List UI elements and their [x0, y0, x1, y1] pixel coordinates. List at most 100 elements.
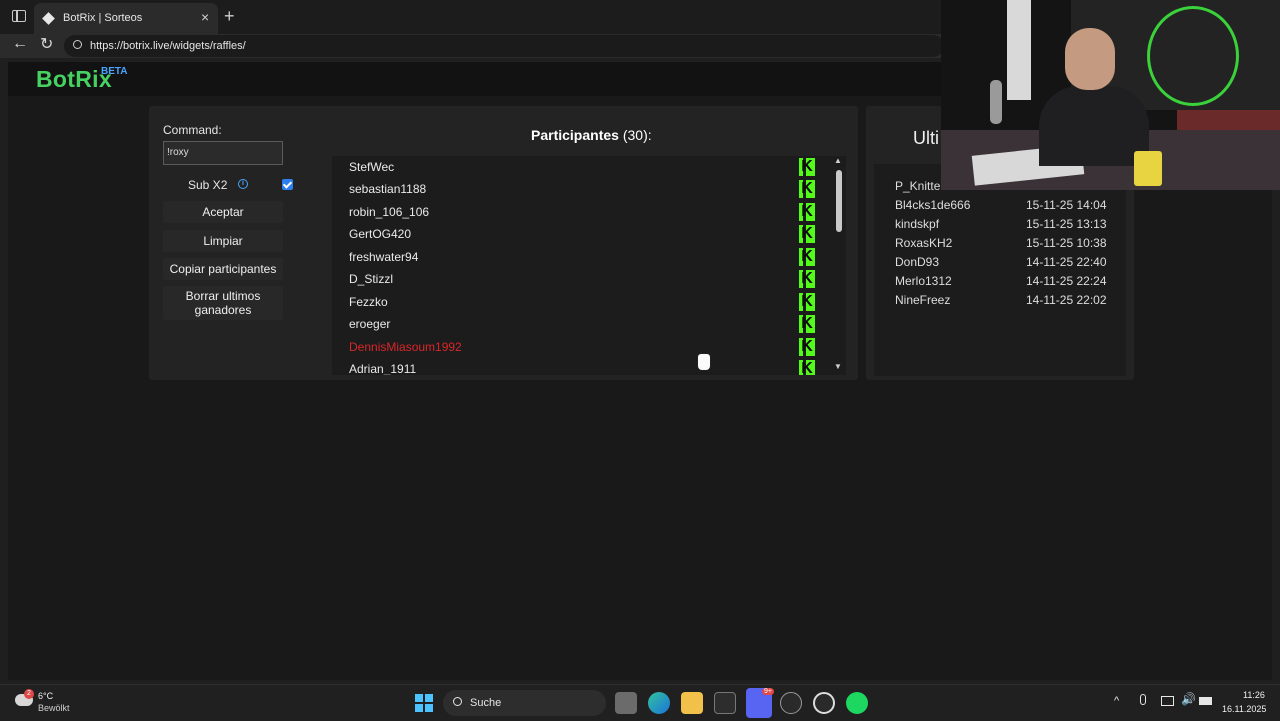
command-input[interactable]: !roxy — [163, 141, 283, 165]
search-placeholder: Suche — [470, 697, 502, 709]
spotify-icon[interactable] — [846, 692, 868, 714]
clock-time[interactable]: 11:26 — [1243, 690, 1265, 700]
weather-temperature[interactable]: 6°C — [38, 691, 53, 701]
raffle-card: Command: !roxy Sub X2 i Aceptar Limpiar … — [149, 106, 858, 380]
folder-icon[interactable] — [681, 692, 703, 714]
winner-name: Merlo1312 — [895, 274, 952, 288]
winners-list: P_Knittel15-11-25 15:22 Bl4cks1de66615-1… — [874, 164, 1126, 376]
kick-icon: K — [799, 360, 815, 375]
scrollbar-thumb[interactable] — [836, 170, 842, 232]
voice-app-icon[interactable] — [780, 692, 802, 714]
tray-microphone-icon[interactable] — [1140, 694, 1146, 705]
winner-row: Bl4cks1de666 15-11-25 14:04 — [895, 198, 1115, 217]
volume-icon[interactable]: 🔊 — [1181, 692, 1196, 706]
winner-date: 15-11-25 13:13 — [1026, 217, 1107, 231]
list-item[interactable]: StefWec K — [332, 156, 822, 178]
list-item[interactable]: GertOG420 K — [332, 223, 822, 245]
weather-badge: 2 — [24, 689, 34, 699]
tray-display-icon[interactable] — [1161, 696, 1174, 706]
clock-date[interactable]: 16.11.2025 — [1222, 704, 1266, 714]
accept-button[interactable]: Aceptar — [163, 201, 283, 223]
sub-x2-label: Sub X2 — [188, 178, 228, 192]
participant-name: Fezzko — [349, 295, 388, 309]
scroll-up-arrow-icon[interactable]: ▲ — [834, 156, 842, 165]
participant-name: D_Stizzl — [349, 272, 394, 286]
winner-date: 14-11-25 22:24 — [1026, 274, 1107, 288]
participants-title-text: Participantes — [531, 127, 619, 143]
reload-icon[interactable]: ↻ — [40, 34, 53, 54]
windows-start-icon[interactable] — [415, 694, 433, 712]
kick-icon: K — [799, 158, 815, 176]
list-item[interactable]: sebastian1188 K — [332, 178, 822, 200]
copy-participants-button[interactable]: Copiar participantes — [163, 258, 283, 280]
clear-button[interactable]: Limpiar — [163, 230, 283, 252]
list-item[interactable]: Adrian_1911 K — [332, 358, 822, 375]
delete-last-winners-button[interactable]: Borrar ultimos ganadores — [163, 286, 283, 320]
participants-list[interactable]: StefWec K sebastian1188 K robin_106_106 K G… — [332, 156, 846, 375]
winner-date: 15-11-25 10:38 — [1026, 236, 1107, 250]
kick-icon: K — [799, 203, 815, 221]
last-winners-title: Ulti — [913, 128, 939, 148]
list-item[interactable]: DennisMiasoum1992 K — [332, 336, 822, 358]
edge-icon[interactable] — [648, 692, 670, 714]
winner-date: 14-11-25 22:40 — [1026, 255, 1107, 269]
list-item[interactable]: freshwater94 K — [332, 246, 822, 268]
url-text[interactable]: https://botrix.live/widgets/raffles/ — [90, 40, 246, 52]
kick-icon: K — [799, 270, 815, 288]
kick-icon: K — [799, 315, 815, 333]
participant-name: sebastian1188 — [349, 182, 427, 196]
microphone-icon — [990, 80, 1002, 124]
winner-name: P_Knittel — [895, 179, 944, 193]
weather-description[interactable]: Bewölkt — [38, 703, 70, 713]
kick-icon: K — [799, 293, 815, 311]
participant-name: GertOG420 — [349, 227, 412, 241]
list-item[interactable]: robin_106_106 K — [332, 201, 822, 223]
list-item[interactable]: eroeger K — [332, 313, 822, 335]
webcam-light — [1007, 0, 1031, 100]
back-arrow-icon[interactable]: ← — [12, 35, 28, 53]
info-icon[interactable]: i — [238, 179, 248, 189]
battery-icon[interactable] — [1199, 697, 1212, 705]
winner-name: kindskpf — [895, 217, 940, 231]
sub-x2-checkbox[interactable] — [282, 179, 293, 190]
tab-title: BotRix | Sorteos — [63, 12, 143, 24]
winner-row: RoxasKH2 15-11-25 10:38 — [895, 236, 1115, 255]
winner-name: RoxasKH2 — [895, 236, 953, 250]
obs-icon[interactable] — [813, 692, 835, 714]
participants-title: Participantes (30): — [531, 127, 652, 143]
site-info-icon[interactable] — [73, 40, 82, 49]
winner-row: kindskpf 15-11-25 13:13 — [895, 217, 1115, 236]
file-manager-icon[interactable] — [615, 692, 637, 714]
excel-icon[interactable] — [714, 692, 736, 714]
participant-name: freshwater94 — [349, 250, 419, 264]
search-icon — [453, 697, 462, 706]
winner-date: 15-11-25 14:04 — [1026, 198, 1107, 212]
participant-name: Adrian_1911 — [349, 362, 417, 375]
tab-close-icon[interactable]: × — [201, 9, 209, 25]
taskbar-search[interactable]: Suche — [443, 690, 606, 716]
list-item[interactable]: Fezzko K — [332, 291, 822, 313]
webcam-overlay — [941, 0, 1280, 190]
address-bar[interactable]: https://botrix.live/widgets/raffles/ — [64, 35, 944, 57]
kick-icon: K — [799, 338, 815, 356]
hand-cursor-icon — [697, 353, 711, 371]
list-item[interactable]: D_Stizzl K — [332, 268, 822, 290]
webcam-neon-logo — [1147, 6, 1239, 106]
discord-badge: 9+ — [762, 688, 774, 695]
webcam-mug — [1134, 151, 1162, 186]
tray-chevron-up-icon[interactable]: ^ — [1114, 695, 1119, 707]
sidebar-toggle-icon[interactable] — [12, 10, 26, 22]
winner-row: DonD93 14-11-25 22:40 — [895, 255, 1115, 274]
winner-row: NineFreez 14-11-25 22:02 — [895, 293, 1115, 312]
participants-count: (30): — [622, 127, 652, 143]
taskbar: 2 6°C Bewölkt Suche ^ 🔊 11:26 16.11.2025 — [0, 684, 1280, 721]
beta-badge: BETA — [101, 66, 128, 77]
winner-name: Bl4cks1de666 — [895, 198, 971, 212]
participant-name-highlighted: DennisMiasoum1992 — [349, 340, 462, 354]
winner-row: Merlo1312 14-11-25 22:24 — [895, 274, 1115, 293]
browser-tab[interactable]: BotRix | Sorteos × — [34, 3, 218, 34]
new-tab-icon[interactable]: + — [224, 6, 235, 27]
winner-name: NineFreez — [895, 293, 951, 307]
scroll-down-arrow-icon[interactable]: ▼ — [834, 362, 842, 371]
winner-name: DonD93 — [895, 255, 940, 269]
